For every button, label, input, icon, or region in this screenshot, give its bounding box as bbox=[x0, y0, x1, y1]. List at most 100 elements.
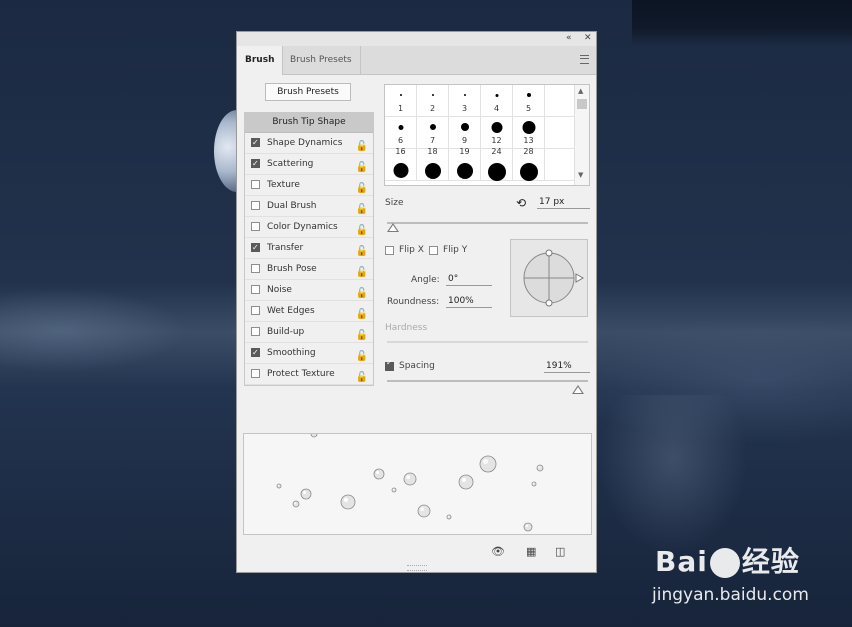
preview-bubble bbox=[340, 494, 356, 510]
brush-tip-shape-item[interactable]: Brush Tip Shape bbox=[245, 113, 373, 133]
option-checkbox[interactable] bbox=[251, 154, 260, 174]
brush-option-protect-texture[interactable]: Protect Texture 🔓 bbox=[245, 364, 373, 385]
preview-bubble bbox=[292, 500, 300, 508]
brush-option-shape-dynamics[interactable]: Shape Dynamics🔓 bbox=[245, 133, 373, 154]
flip-y-checkbox[interactable] bbox=[429, 246, 438, 255]
brush-tip-5[interactable]: 5 bbox=[513, 85, 545, 117]
brush-option-texture[interactable]: Texture 🔓 bbox=[245, 175, 373, 196]
spacing-slider-track[interactable] bbox=[387, 380, 588, 382]
preview-bubble bbox=[458, 474, 474, 490]
unlock-icon[interactable]: 🔓 bbox=[356, 368, 368, 388]
brush-option-transfer[interactable]: Transfer🔓 bbox=[245, 238, 373, 259]
brush-tip-24[interactable]: 24 bbox=[481, 147, 513, 181]
brush-option-wet-edges[interactable]: Wet Edges 🔓 bbox=[245, 301, 373, 322]
preview-bubble bbox=[523, 522, 533, 532]
preview-bubble-highlight bbox=[420, 507, 424, 511]
size-slider-thumb[interactable] bbox=[387, 223, 400, 232]
resize-grip[interactable] bbox=[407, 565, 427, 571]
tip-size-label: 12 bbox=[491, 136, 502, 145]
collapse-icon[interactable]: « bbox=[566, 33, 572, 43]
brush-tip-6[interactable]: 6 bbox=[385, 117, 417, 149]
tab-brush[interactable]: Brush bbox=[237, 46, 284, 75]
tip-size-label: 28 bbox=[523, 147, 534, 156]
flip-x-checkbox[interactable] bbox=[385, 246, 394, 255]
tab-brush-presets[interactable]: Brush Presets bbox=[282, 46, 361, 74]
scroll-thumb[interactable] bbox=[577, 99, 587, 109]
brush-grid-icon[interactable]: ▦ bbox=[526, 545, 536, 558]
option-checkbox[interactable] bbox=[251, 264, 260, 273]
spacing-checkbox[interactable] bbox=[385, 358, 394, 371]
toggle-live-tip-icon[interactable]: 👁 bbox=[491, 545, 505, 558]
brush-tip-1[interactable]: 1 bbox=[385, 85, 417, 117]
brush-option-color-dynamics[interactable]: Color Dynamics 🔓 bbox=[245, 217, 373, 238]
preview-bubble bbox=[276, 483, 282, 489]
brush-tip-18[interactable]: 18 bbox=[417, 147, 449, 181]
brush-tip-3[interactable]: 3 bbox=[449, 85, 481, 117]
spacing-field[interactable]: 191% bbox=[544, 360, 590, 373]
option-checkbox[interactable] bbox=[251, 222, 260, 231]
option-checkbox[interactable] bbox=[251, 180, 260, 189]
brush-tip-28[interactable]: 28 bbox=[513, 147, 545, 181]
size-field[interactable]: 17 px bbox=[537, 196, 590, 209]
option-checkbox[interactable] bbox=[251, 306, 260, 315]
preview-bubble-highlight bbox=[343, 497, 348, 502]
option-checkbox[interactable] bbox=[251, 327, 260, 336]
tip-dot-icon bbox=[460, 123, 469, 131]
spacing-slider-thumb[interactable] bbox=[571, 385, 584, 394]
preview-bubble bbox=[300, 488, 312, 500]
option-checkbox[interactable] bbox=[251, 133, 260, 153]
brush-option-build-up[interactable]: Build-up 🔓 bbox=[245, 322, 373, 343]
scroll-down-icon[interactable]: ▼ bbox=[578, 171, 583, 179]
tip-dot-icon bbox=[463, 94, 466, 96]
close-icon[interactable]: ✕ bbox=[584, 33, 592, 43]
reset-size-icon[interactable]: ⟲ bbox=[516, 196, 526, 210]
option-checkbox[interactable] bbox=[251, 369, 260, 378]
preview-bubble-highlight bbox=[538, 466, 540, 468]
angle-roundness-preview[interactable] bbox=[510, 239, 588, 317]
brush-option-scattering[interactable]: Scattering🔓 bbox=[245, 154, 373, 175]
tip-dot-icon bbox=[398, 124, 403, 130]
brush-tip-2[interactable]: 2 bbox=[417, 85, 449, 117]
tip-size-label: 24 bbox=[491, 147, 502, 156]
tip-dot-icon bbox=[399, 94, 402, 96]
option-checkbox[interactable] bbox=[251, 238, 260, 258]
brush-tip-9[interactable]: 9 bbox=[449, 117, 481, 149]
brush-tip-7[interactable]: 7 bbox=[417, 117, 449, 149]
preview-bubble-highlight bbox=[376, 471, 379, 474]
panel-menu-icon[interactable] bbox=[580, 55, 589, 64]
tip-size-label: 3 bbox=[461, 104, 468, 113]
preview-bubble bbox=[391, 487, 397, 493]
option-label: Color Dynamics bbox=[267, 222, 338, 232]
preview-bubble bbox=[479, 455, 497, 473]
scroll-up-icon[interactable]: ▲ bbox=[578, 87, 583, 95]
option-label: Build-up bbox=[267, 327, 305, 337]
hardness-slider-track bbox=[387, 341, 588, 343]
brush-tip-13[interactable]: 13 bbox=[513, 117, 545, 149]
option-label: Noise bbox=[267, 285, 292, 295]
roundness-field[interactable]: 100% bbox=[446, 295, 492, 308]
brush-option-noise[interactable]: Noise 🔓 bbox=[245, 280, 373, 301]
brush-tip-16[interactable]: 16 bbox=[385, 147, 417, 181]
brush-presets-button[interactable]: Brush Presets bbox=[265, 83, 351, 101]
option-label: Protect Texture bbox=[267, 369, 335, 379]
new-brush-icon[interactable]: ◫ bbox=[555, 545, 565, 558]
panel-titlebar[interactable]: « ✕ bbox=[237, 32, 596, 47]
brush-tip-12[interactable]: 12 bbox=[481, 117, 513, 149]
brush-option-dual-brush[interactable]: Dual Brush 🔓 bbox=[245, 196, 373, 217]
brush-tip-4[interactable]: 4 bbox=[481, 85, 513, 117]
size-slider-track[interactable] bbox=[387, 222, 588, 224]
angle-field[interactable]: 0° bbox=[446, 273, 492, 286]
option-checkbox[interactable] bbox=[251, 201, 260, 210]
preview-bubble bbox=[536, 464, 544, 472]
brush-tip-19[interactable]: 19 bbox=[449, 147, 481, 181]
preview-bubble-highlight bbox=[303, 491, 306, 494]
tip-dot-icon bbox=[456, 163, 473, 179]
brush-option-brush-pose[interactable]: Brush Pose 🔓 bbox=[245, 259, 373, 280]
brush-option-smoothing[interactable]: Smoothing🔓 bbox=[245, 343, 373, 364]
tip-dot-icon bbox=[431, 94, 434, 96]
tip-grid-scrollbar[interactable]: ▲ ▼ bbox=[574, 85, 589, 185]
tip-size-label: 9 bbox=[461, 136, 468, 145]
fish-silhouette bbox=[598, 395, 748, 555]
option-checkbox[interactable] bbox=[251, 343, 260, 363]
option-checkbox[interactable] bbox=[251, 285, 260, 294]
